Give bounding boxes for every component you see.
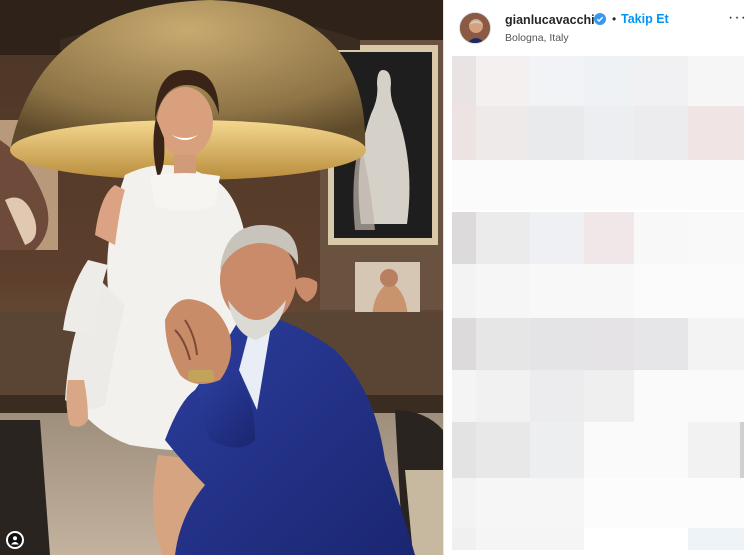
separator-dot: • [612, 12, 617, 26]
user-tag-icon [11, 536, 19, 545]
avatar[interactable] [459, 12, 491, 44]
post-sidebar: gianlucavacchi • Takip Et ··· Bologna, I… [443, 0, 755, 555]
pixelated-comments [450, 56, 754, 552]
follow-button[interactable]: Takip Et [621, 12, 669, 26]
username[interactable]: gianlucavacchi [505, 13, 595, 27]
post-header: gianlucavacchi • Takip Et ··· Bologna, I… [444, 0, 755, 50]
avatar-image [460, 13, 490, 43]
post-photo[interactable] [0, 0, 443, 555]
photo-illustration [0, 0, 443, 555]
more-options-icon[interactable]: ··· [728, 9, 747, 27]
instagram-tag-icon[interactable] [6, 531, 24, 549]
verified-badge-icon [594, 13, 606, 25]
location-link[interactable]: Bologna, Italy [505, 32, 569, 44]
